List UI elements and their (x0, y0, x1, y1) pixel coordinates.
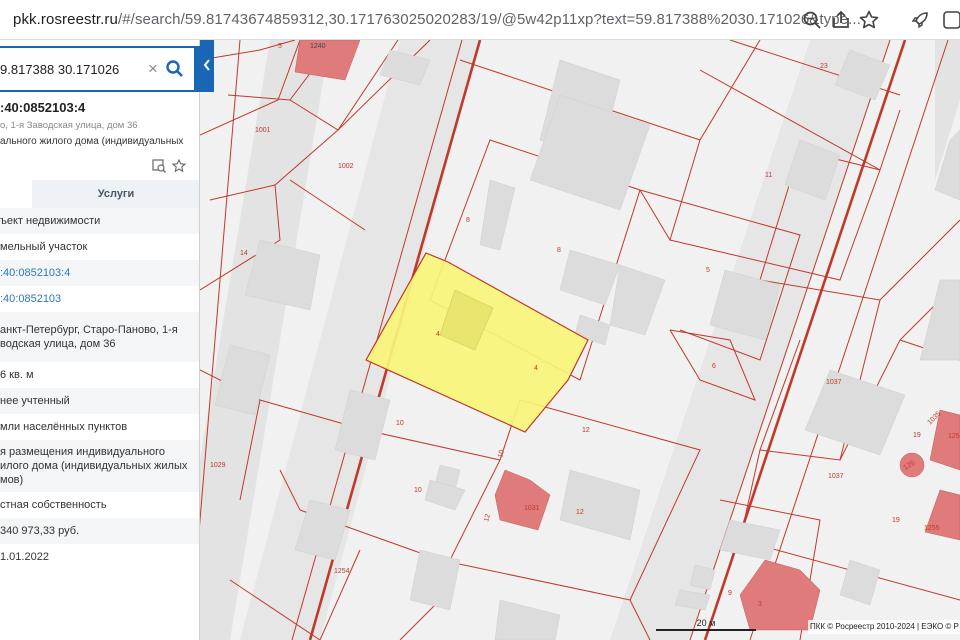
map-label: 1240 (310, 43, 326, 50)
map-label: 11 (765, 172, 772, 179)
map-label: 14 (240, 250, 248, 257)
zoom-out-icon[interactable] (800, 8, 824, 32)
map-label: 1254 (334, 568, 350, 575)
map-label: 1001 (255, 127, 271, 134)
map-canvas[interactable]: 5 1240 23 1001 1002 11 8 8 14 5 4 4 6 10… (200, 40, 960, 640)
map-label: 1037 (826, 379, 842, 386)
map-label: 10 (414, 487, 422, 494)
attribute-value: стная собственность (0, 499, 107, 511)
attribute-row: мельный участок (0, 234, 199, 260)
map-label: 12 (576, 509, 584, 516)
map-label: 12 (582, 427, 590, 434)
map-label: 8 (557, 247, 561, 254)
tab-services[interactable]: Услуги (32, 180, 199, 208)
star-icon[interactable] (857, 8, 881, 32)
scale-bar: 20 м (656, 618, 756, 632)
map-label: 4 (534, 365, 538, 372)
attribute-row: стная собственность (0, 492, 199, 518)
attribute-link[interactable]: :40:0852103 (0, 292, 61, 306)
map-label: 1029 (210, 462, 226, 469)
zoom-to-object-icon (152, 159, 166, 173)
attribute-value: нее учтенный (0, 395, 70, 407)
map-label: 12 (483, 513, 492, 522)
map-label: 19 (892, 517, 900, 524)
clear-icon[interactable]: × (148, 59, 162, 79)
url-domain: pkk.rosreestr.ru (13, 11, 118, 28)
map-label: 3 (758, 601, 762, 608)
attribute-value: я размещения индивидуального (0, 446, 166, 458)
search-input[interactable] (0, 48, 150, 90)
attribute-row: анкт-Петербург, Старо-Паново, 1-я водская… (0, 312, 199, 362)
url-path: /#/search/59.81743674859312,30.171763025… (117, 11, 861, 28)
map-label: 9 (728, 590, 732, 597)
map-label: 10 (396, 420, 404, 427)
map-label: 1031 (524, 505, 540, 512)
tab-info[interactable] (0, 180, 32, 208)
map-label: 1002 (338, 163, 354, 170)
attribute-row[interactable]: :40:0852103:4 (0, 260, 199, 286)
map-label: 23 (820, 63, 828, 70)
attribute-value: анкт-Петербург, Старо-Паново, 1-я (0, 324, 178, 336)
cadastral-number: :40:0852103:4 (0, 100, 86, 115)
attribute-row: нее учтенный (0, 388, 199, 414)
card-actions (152, 158, 192, 174)
scale-label: 20 м (696, 618, 716, 628)
map-label: 5 (706, 267, 710, 274)
attribute-value: 1.01.2022 (0, 551, 49, 563)
info-panel: × :40:0852103:4 о, 1-я Заводская улица, … (0, 40, 200, 640)
map-label: 1255 (924, 525, 940, 532)
chevron-left-icon (203, 59, 210, 71)
attribute-value: ъект недвижимости (0, 215, 101, 227)
map-label: 1037 (828, 473, 844, 480)
copyright-notice: ПКК © Росреестр 2010-2024 | ЕЭКО © Р (808, 620, 960, 634)
object-purpose: ального жилого дома (индивидуальных (0, 136, 184, 147)
attribute-value: мли населённых пунктов (0, 421, 128, 433)
panel-tabs: Услуги (0, 180, 199, 208)
browser-toolbar: pkk.rosreestr.ru/#/search/59.81743674859… (0, 0, 960, 40)
attribute-value: мов) (0, 474, 24, 486)
attribute-row[interactable]: :40:0852103 (0, 286, 199, 312)
search-box: × (0, 46, 196, 92)
attribute-row: я размещения индивидуального илого дома (… (0, 440, 199, 492)
map-label: 6 (712, 363, 716, 370)
attribute-row: ъект недвижимости (0, 208, 199, 234)
attribute-value: 340 973,33 руб. (0, 525, 80, 537)
map-label: 10 (497, 449, 506, 458)
scale-line (656, 629, 756, 631)
attribute-row: 6 кв. м (0, 362, 199, 388)
map-label: 8 (466, 217, 470, 224)
attribute-row: 340 973,33 руб. (0, 518, 199, 544)
favorite-object-icon (171, 158, 187, 173)
profile-icon[interactable] (940, 8, 960, 32)
magnifier-icon[interactable] (165, 58, 185, 80)
attribute-link[interactable]: :40:0852103:4 (0, 266, 70, 280)
map-label: 5 (278, 43, 282, 50)
address-bar[interactable]: pkk.rosreestr.ru/#/search/59.81743674859… (13, 11, 861, 28)
attribute-value: илого дома (индивидуальных жилых (0, 460, 188, 472)
attribute-value: водская улица, дом 36 (0, 338, 116, 350)
collapse-panel-button[interactable] (200, 40, 214, 92)
attribute-value: мельный участок (0, 241, 88, 253)
map-label: 125 (948, 433, 960, 440)
share-icon[interactable] (829, 8, 853, 32)
attribute-row: мли населённых пунктов (0, 414, 199, 440)
attribute-row: 1.01.2022 (0, 544, 199, 570)
rocket-icon[interactable] (908, 8, 932, 32)
attribute-value: 6 кв. м (0, 369, 34, 381)
map-label: 19 (913, 432, 921, 439)
map-label: 4 (436, 331, 440, 338)
object-address: о, 1-я Заводская улица, дом 36 (0, 120, 138, 131)
